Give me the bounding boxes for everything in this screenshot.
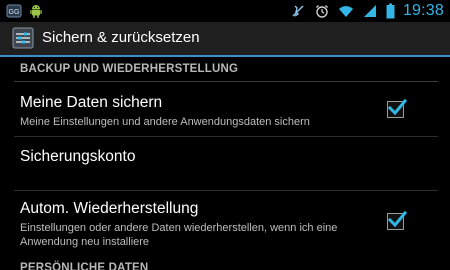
checkmark-icon: [387, 98, 407, 116]
section-divider: [14, 81, 438, 82]
auto-restore-checkbox[interactable]: [387, 210, 407, 230]
pref-summary: Meine Einstellungen und andere Anwendung…: [20, 116, 310, 128]
alarm-icon: [314, 3, 330, 19]
wifi-icon: [338, 3, 354, 19]
pref-backup-data[interactable]: Meine Daten sichern Meine Einstellungen …: [0, 84, 450, 134]
section-header-personal: PERSÖNLICHE DATEN: [20, 262, 149, 270]
signal-icon: [362, 3, 378, 19]
status-bar-notifications: GG: [6, 3, 44, 19]
page-title: Sichern & zurücksetzen: [42, 29, 200, 46]
settings-app-icon[interactable]: [12, 27, 34, 49]
pref-title: Meine Daten sichern: [20, 94, 163, 111]
pref-auto-restore[interactable]: Autom. Wiederherstellung Einstellungen o…: [0, 191, 450, 249]
pref-title: Autom. Wiederherstellung: [20, 200, 199, 217]
screen: GG 19:38 Sichern & zurücksetzen BACKUP U…: [0, 0, 450, 270]
mute-icon: [290, 3, 306, 19]
pref-summary: Einstellungen oder andere Daten wiederhe…: [20, 222, 338, 248]
battery-icon: [386, 3, 395, 19]
action-bar: Sichern & zurücksetzen: [0, 22, 450, 57]
pref-title: Sicherungskonto: [20, 148, 136, 165]
svg-text:GG: GG: [9, 9, 20, 16]
checkmark-icon: [387, 210, 407, 228]
section-header-backup: BACKUP UND WIEDERHERSTELLUNG: [20, 63, 239, 75]
notification-app-icon: GG: [6, 3, 22, 19]
status-bar-clock: 19:38: [402, 2, 444, 19]
status-bar: GG 19:38: [0, 0, 450, 22]
android-icon: [28, 3, 44, 19]
status-bar-system: 19:38: [290, 2, 444, 20]
backup-data-checkbox[interactable]: [387, 98, 407, 118]
pref-backup-account[interactable]: Sicherungskonto: [0, 137, 450, 189]
